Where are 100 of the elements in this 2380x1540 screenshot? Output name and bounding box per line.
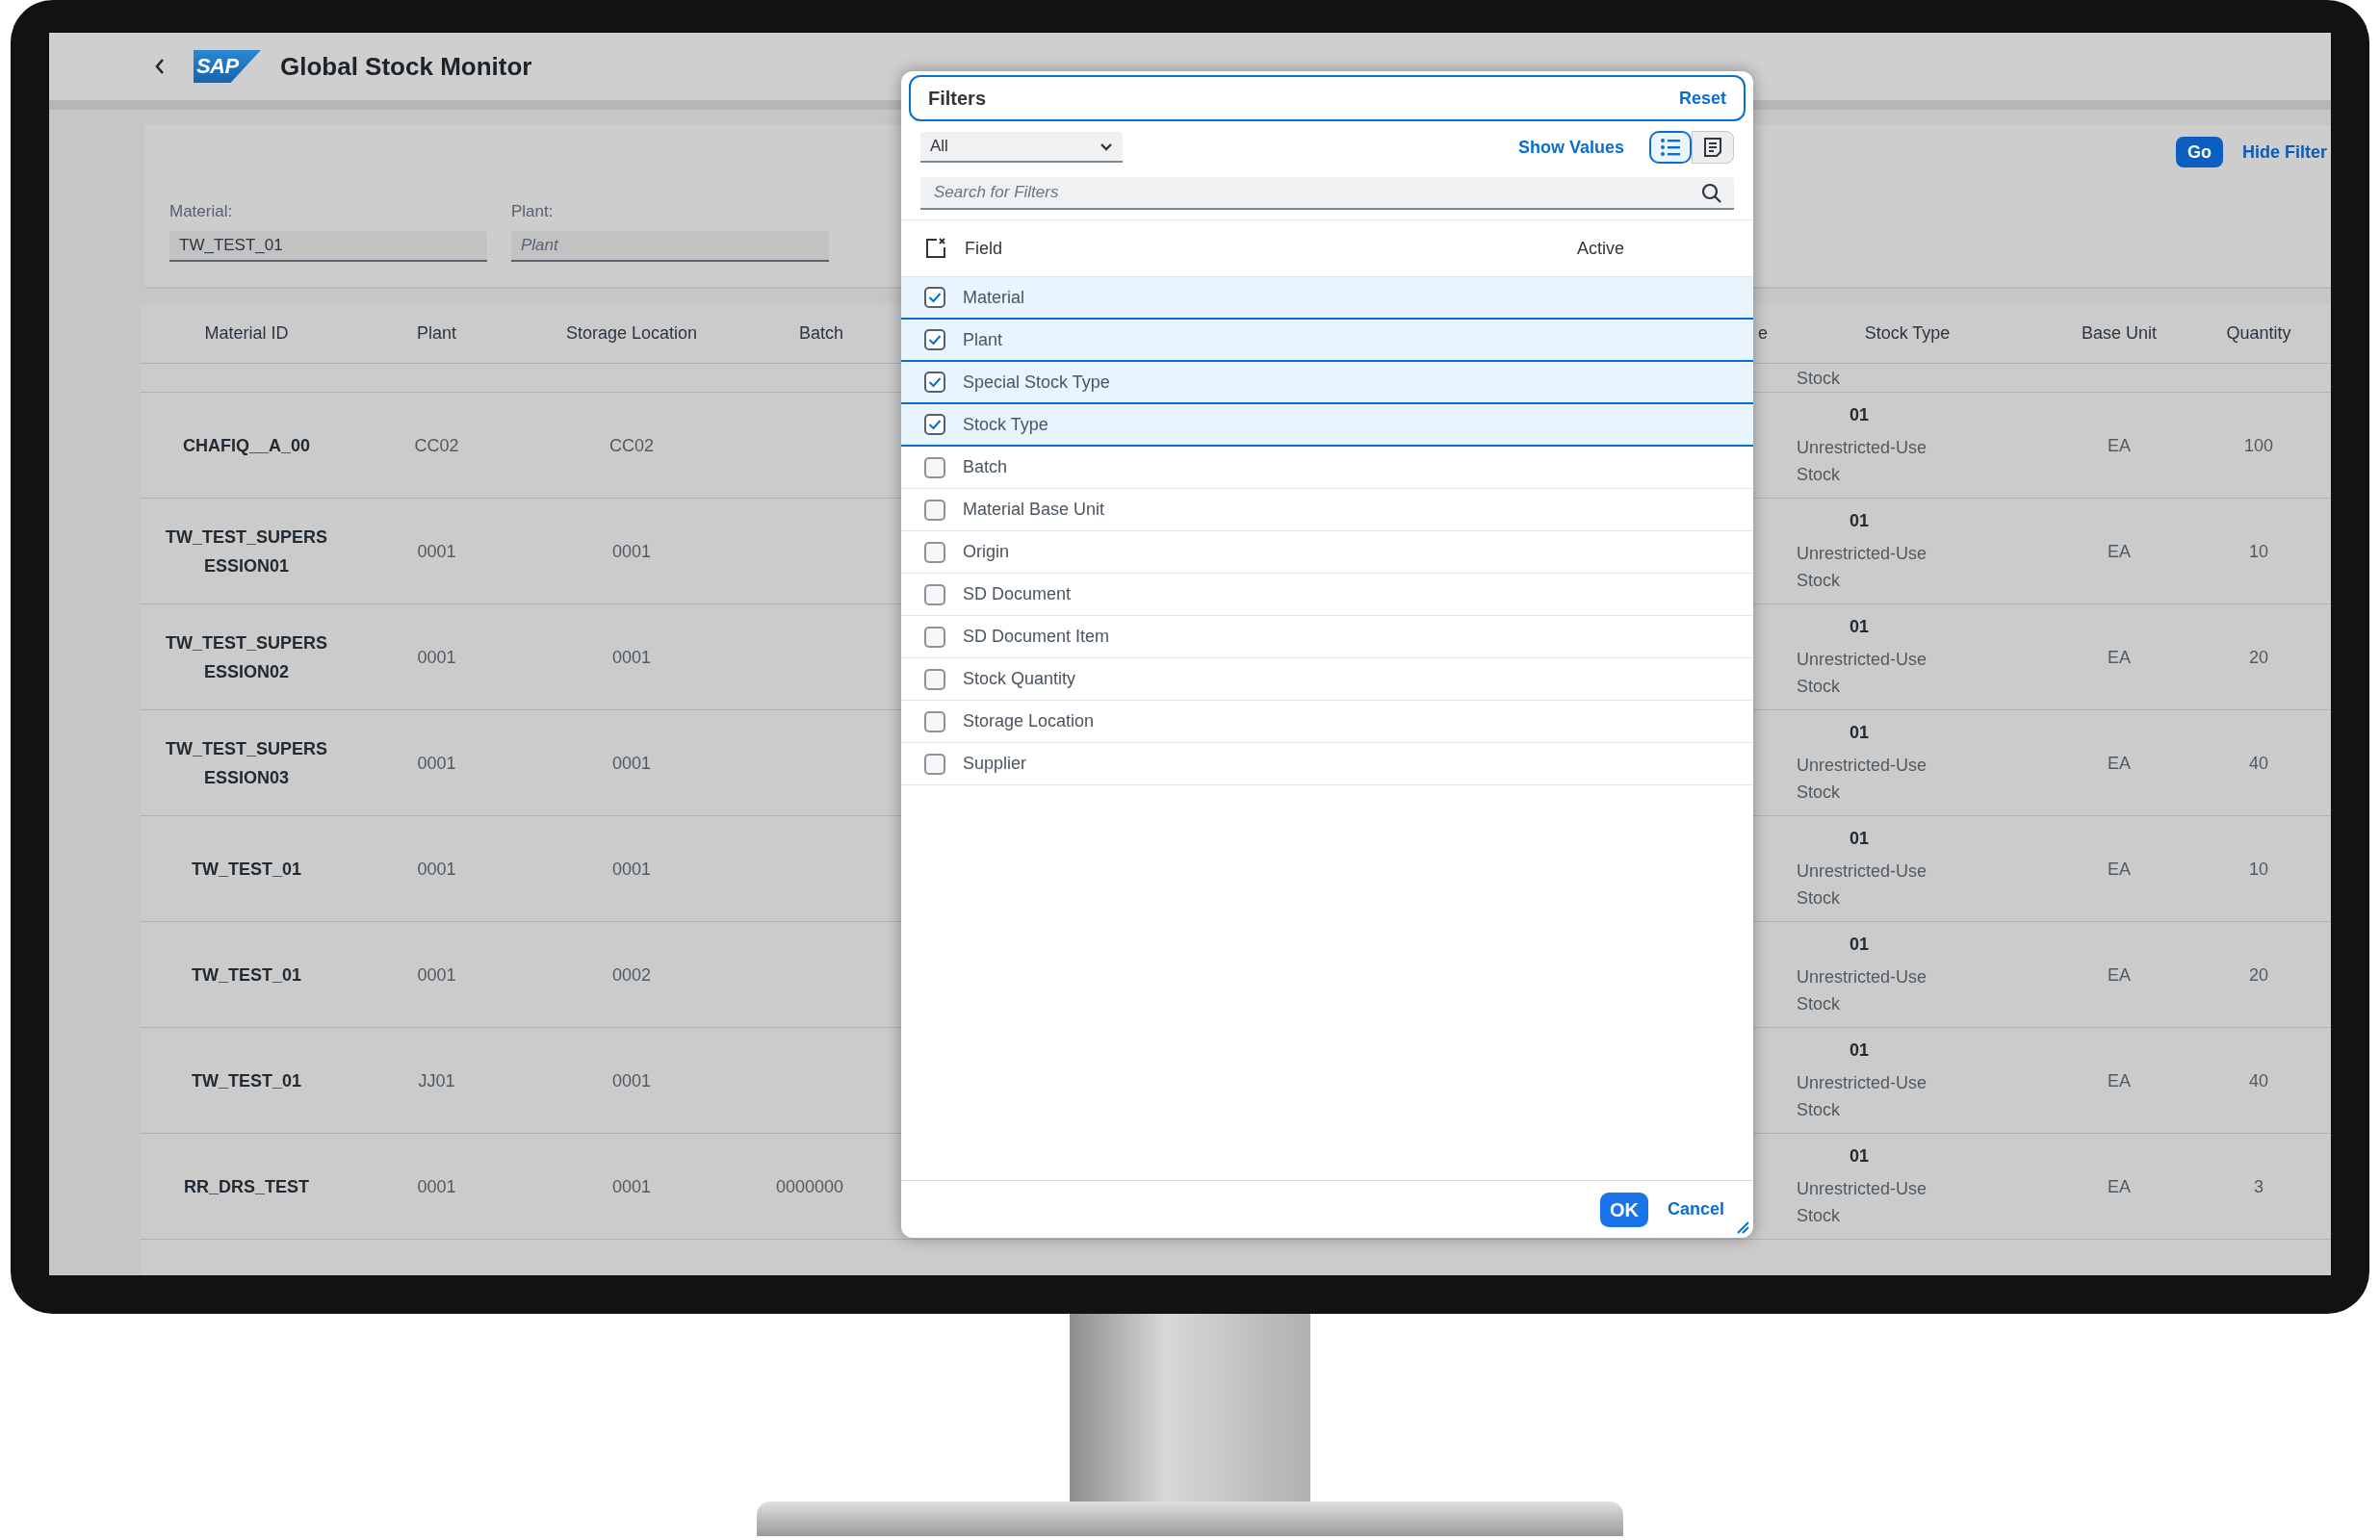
table-cell-text: EA [2108, 540, 2131, 563]
column-header: Active [1576, 237, 1624, 260]
filter-field-row[interactable]: Plant [901, 320, 1753, 362]
table-cell-text: CC02 [609, 434, 654, 457]
table-cell-text: 40 [2249, 752, 2268, 775]
checkbox[interactable] [924, 668, 945, 690]
checkbox[interactable] [924, 329, 945, 350]
table-cell-text: 0001 [417, 963, 456, 987]
cancel-button[interactable]: Cancel [1667, 1196, 1724, 1222]
table-cell-text: EA [2108, 752, 2131, 775]
table-cell-text: 40 [2249, 1069, 2268, 1092]
checkbox[interactable] [924, 456, 945, 478]
field-name: Supplier [963, 753, 1027, 775]
table-cell-text: 0000000 [775, 1175, 843, 1198]
table-cell-text: TW_TEST_01 [191, 1069, 302, 1092]
filter-field-row[interactable]: Storage Location [901, 701, 1753, 743]
table-cell-text: 10 [2249, 858, 2268, 881]
table-cell-text: 0001 [611, 1175, 651, 1198]
column-header: Field [965, 237, 1002, 260]
field-label: Material: [169, 200, 234, 222]
field-name: Batch [963, 456, 1008, 478]
field-name: Stock Type [963, 413, 1048, 436]
resize-handle-icon[interactable] [1736, 1220, 1749, 1234]
search-field[interactable]: Search for Filters [920, 177, 1734, 210]
dialog-title: Filters [928, 87, 987, 111]
checkbox[interactable] [924, 710, 945, 732]
table-cell-text: 0001 [417, 752, 456, 775]
table-cell-text: EA [2108, 646, 2131, 669]
document-icon [1702, 137, 1723, 158]
field-name: SD Document Item [963, 626, 1110, 648]
table-cell-text: 0001 [417, 858, 456, 881]
field-name: Plant [963, 328, 1003, 351]
filter-select[interactable]: All [920, 132, 1123, 163]
app-title: Global Stock Monitor [280, 50, 532, 83]
hide-filter-link[interactable]: Hide Filter [2242, 139, 2331, 166]
field-name: Stock Quantity [963, 668, 1076, 690]
column-header: e [1758, 322, 1768, 345]
table-cell-text: TW_TEST_SUPERSESSION01 [165, 526, 328, 578]
table-cell-text: Unrestricted-Use Stock [1797, 649, 1928, 698]
checkmark-icon [928, 376, 942, 388]
checkbox[interactable] [924, 541, 945, 563]
table-cell-text: Unrestricted-Use Stock [1797, 1072, 1928, 1121]
deselect-all-icon[interactable] [924, 237, 947, 260]
filter-input[interactable]: Plant [511, 231, 829, 262]
checkbox[interactable] [924, 372, 945, 393]
filter-field-row[interactable]: Special Stock Type [901, 362, 1753, 404]
table-cell-text: EA [2108, 858, 2131, 881]
go-button[interactable]: Go [2176, 137, 2223, 167]
table-cell-text: TW_TEST_01 [191, 858, 302, 881]
column-header: Quantity [2226, 322, 2291, 345]
checkbox[interactable] [924, 287, 945, 308]
table-cell-text: 0001 [417, 1175, 456, 1198]
table-cell-text: 01 [1849, 404, 1870, 426]
table-cell-text: 0001 [417, 646, 456, 669]
filter-field-row[interactable]: Stock Type [901, 404, 1753, 447]
table-cell-text: 01 [1849, 1040, 1870, 1062]
table-cell-text: 0001 [417, 540, 456, 563]
filter-input[interactable]: TW_TEST_01 [169, 231, 487, 262]
table-cell-text: 3 [2254, 1175, 2264, 1198]
table-cell-text: Stock [1797, 367, 1842, 390]
back-icon [154, 58, 166, 75]
filter-field-row[interactable]: Material Base Unit [901, 489, 1753, 531]
filter-field-row[interactable]: Batch [901, 447, 1753, 489]
filter-field-row[interactable]: Material [901, 277, 1753, 320]
table-cell-text: 20 [2249, 646, 2268, 669]
table-cell-text: 0001 [611, 1069, 651, 1092]
checkbox[interactable] [924, 626, 945, 648]
table-cell-text: EA [2108, 963, 2131, 987]
search-icon [1701, 183, 1722, 204]
filter-field-row[interactable]: SD Document [901, 574, 1753, 616]
table-cell-text: 01 [1849, 722, 1870, 744]
checkbox[interactable] [924, 583, 945, 605]
field-name: Material Base Unit [963, 499, 1105, 521]
table-cell-text: RR_DRS_TEST [183, 1175, 310, 1198]
filter-field-row[interactable]: Stock Quantity [901, 658, 1753, 701]
table-cell-text: EA [2108, 1069, 2131, 1092]
filter-field-row[interactable]: Supplier [901, 743, 1753, 785]
checkmark-icon [928, 419, 942, 430]
table-cell-text: 0001 [611, 752, 651, 775]
column-header: Stock Type [1864, 322, 1951, 345]
checkbox[interactable] [924, 414, 945, 435]
filter-field-row[interactable]: SD Document Item [901, 616, 1753, 658]
checkbox[interactable] [924, 753, 945, 775]
show-values-link[interactable]: Show Values [1517, 134, 1624, 161]
table-cell-text: Unrestricted-Use Stock [1797, 755, 1928, 804]
filter-field-row[interactable]: Origin [901, 531, 1753, 574]
checkbox[interactable] [924, 499, 945, 521]
table-cell-text: 01 [1849, 1145, 1870, 1168]
table-cell-text: TW_TEST_SUPERSESSION02 [165, 631, 328, 683]
logo: SAP [194, 50, 261, 83]
table-cell-text: 0001 [611, 540, 651, 563]
view-toggle[interactable] [1692, 131, 1734, 164]
table-cell-text: 01 [1849, 934, 1870, 956]
column-header: Base Unit [2081, 322, 2157, 345]
field-name: Origin [963, 541, 1009, 563]
view-toggle[interactable] [1649, 131, 1692, 164]
ok-button[interactable]: OK [1599, 1192, 1648, 1227]
table-cell-text: 01 [1849, 828, 1870, 850]
reset-button[interactable]: Reset [1678, 85, 1726, 112]
field-name: Material [963, 286, 1025, 309]
